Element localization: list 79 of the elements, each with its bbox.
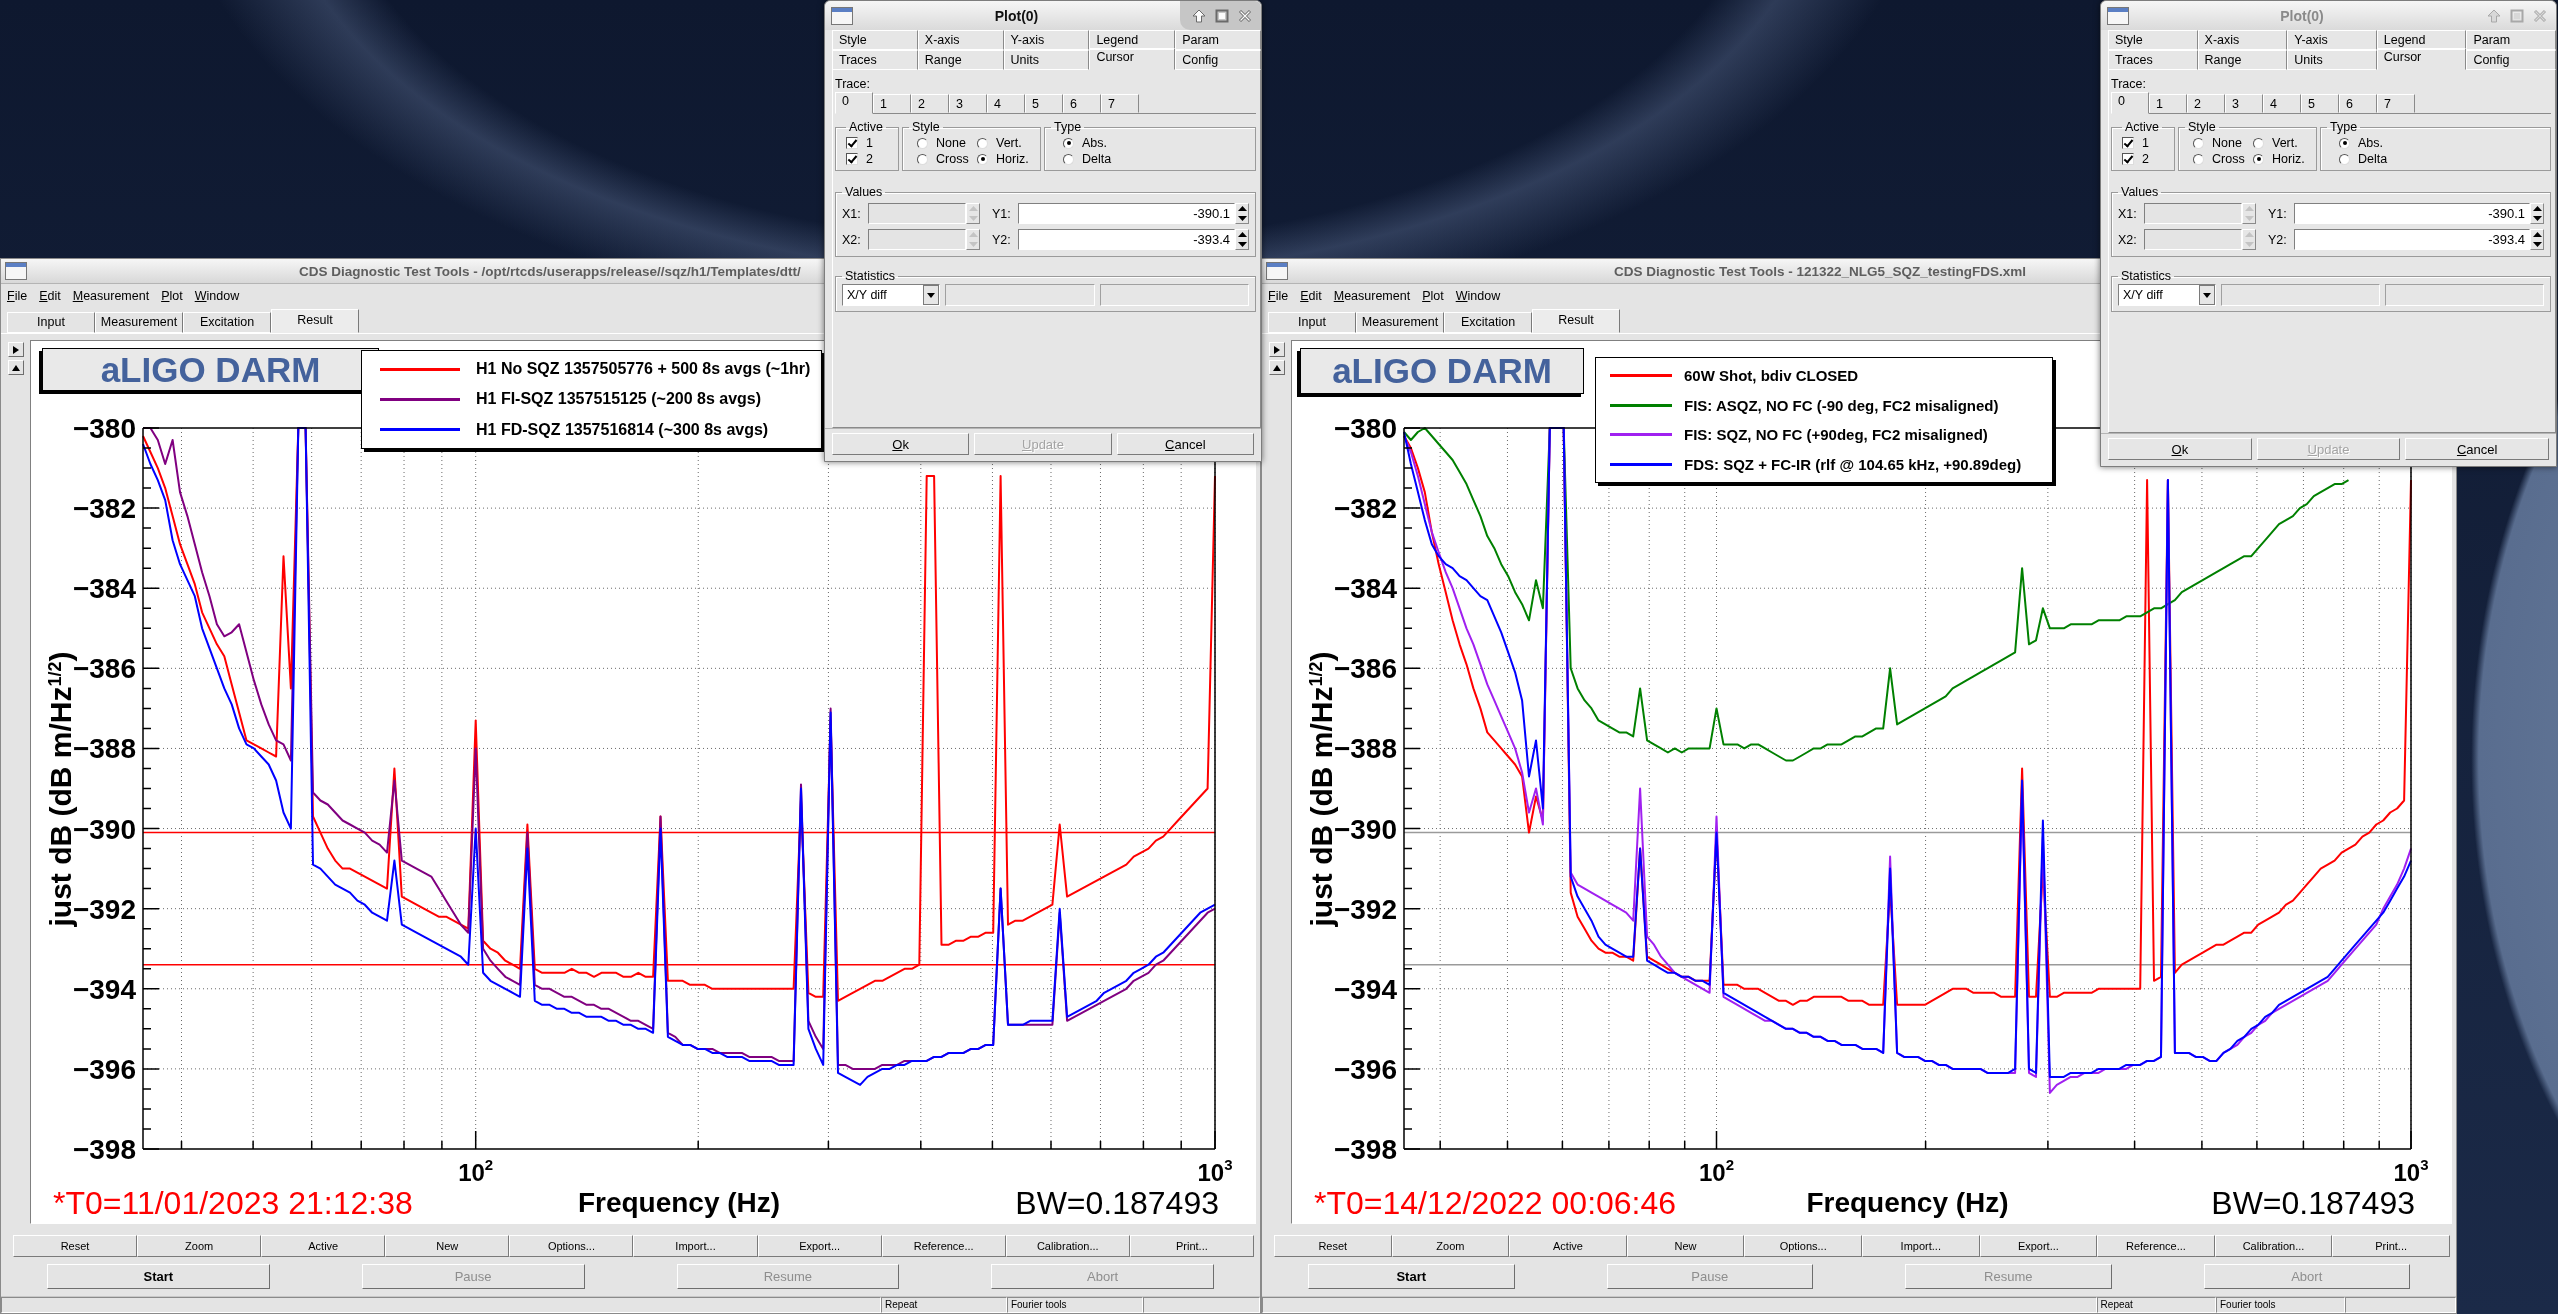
bandwidth-label: BW=0.187493 — [2211, 1187, 2415, 1219]
group-title: Type — [1053, 120, 1083, 135]
window-title: Plot(0) — [993, 7, 1040, 24]
group-title: Values — [844, 185, 884, 200]
group-title: Active — [848, 120, 885, 135]
axis-tick-label: −390 — [1333, 813, 1397, 845]
timestamp-label: *T0=14/12/2022 00:06:46 — [1314, 1187, 1677, 1219]
axis-tick-label: −388 — [1333, 733, 1397, 765]
legend-label: FIS: ASQZ, NO FC (-90 deg, FC2 misaligned) — [1684, 396, 1999, 414]
axis-tick-label: −396 — [1333, 1053, 1397, 1085]
checkbox-label: 2 — [2142, 152, 2149, 166]
plot-title: aLIGO DARM — [1300, 348, 1584, 394]
group-title: Type — [2329, 120, 2359, 135]
legend-label: H1 FI-SQZ 1357515125 (~200 8s avgs) — [476, 390, 762, 409]
axis-tick-label: −382 — [1333, 493, 1397, 525]
legend-label: H1 FD-SQZ 1357516814 (~300 8s avgs) — [476, 420, 769, 439]
legend-label: FIS: SQZ, NO FC (+90deg, FC2 misaligned) — [1684, 426, 1988, 444]
group-title: Statistics — [2120, 269, 2172, 284]
field-label: Y2: — [2268, 232, 2288, 247]
axis-tick-label: −382 — [72, 493, 136, 525]
axis-title: Frequency (Hz) — [1806, 1189, 2009, 1217]
field-label: Y1: — [992, 206, 1012, 221]
field-label: X2: — [842, 232, 862, 247]
radio-label: Horiz. — [996, 152, 1029, 166]
axis-tick-label: −384 — [72, 573, 136, 605]
axis-title: Frequency (Hz) — [577, 1189, 781, 1217]
radio-label: Cross — [936, 152, 969, 166]
radio-label: Abs. — [2358, 136, 2383, 150]
trace-label: Trace: — [2111, 76, 2146, 92]
checkbox-label: 1 — [2142, 136, 2149, 150]
field-label: X2: — [2118, 232, 2138, 247]
axis-tick-label: 10$^{3}$ — [1197, 1156, 1233, 1186]
radio-label: Delta — [1082, 152, 1112, 166]
window-title: CDS Diagnostic Test Tools - 121322_NLG5_SQZ_testingFDS.xml — [1614, 263, 2027, 279]
axis-tick-label: −396 — [72, 1053, 136, 1085]
radio-label: None — [936, 136, 966, 150]
radio-label: Delta — [2358, 152, 2388, 166]
trace-label: Trace: — [835, 76, 870, 92]
radio-label: Abs. — [1082, 136, 1107, 150]
radio-label: Vert. — [2272, 136, 2298, 150]
group-title: Style — [2187, 120, 2217, 135]
field-label: X1: — [842, 206, 862, 221]
axis-tick-label: −398 — [72, 1134, 136, 1165]
radio-label: Vert. — [996, 136, 1022, 150]
axis-tick-label: 10$^{3}$ — [2393, 1156, 2429, 1186]
window-title: Plot(0) — [2279, 7, 2325, 24]
checkbox-label: 1 — [866, 136, 873, 150]
status-text: Fourier tools — [2216, 1297, 2345, 1313]
field-label: X1: — [2118, 206, 2138, 221]
axis-tick-label: −388 — [72, 733, 136, 765]
axis-tick-label: −380 — [1333, 413, 1397, 444]
window-title: CDS Diagnostic Test Tools - /opt/rtcds/userapps/release//sqz/h1/Templates/dtt/ — [299, 263, 801, 279]
radio-label: Horiz. — [2272, 152, 2305, 166]
timestamp-label: *T0=11/01/2023 21:12:38 — [53, 1187, 413, 1219]
radio-label: None — [2212, 136, 2242, 150]
field-label: Y1: — [2268, 206, 2288, 221]
status-text: Fourier tools — [1006, 1297, 1143, 1313]
group-title: Statistics — [844, 269, 896, 284]
axis-tick-label: −384 — [1333, 573, 1397, 605]
status-text: Repeat — [881, 1297, 1007, 1313]
plot-title: aLIGO DARM — [42, 348, 379, 391]
group-title: Values — [2120, 185, 2160, 200]
axis-tick-label: −380 — [72, 413, 136, 444]
axis-tick-label: −394 — [1333, 973, 1397, 1005]
axis-tick-label: −394 — [72, 973, 136, 1005]
legend-label: 60W Shot, bdiv CLOSED — [1684, 367, 1859, 385]
group-title: Style — [911, 120, 941, 135]
axis-tick-label: −390 — [72, 813, 136, 845]
radio-label: Cross — [2212, 152, 2245, 166]
legend-label: FDS: SQZ + FC-IR (rlf @ 104.65 kHz, +90.89deg) — [1684, 455, 2022, 473]
group-title: Active — [2124, 120, 2161, 135]
legend-label: H1 No SQZ 1357505776 + 500 8s avgs (~1hr) — [476, 360, 811, 379]
axis-tick-label: 10$^{2}$ — [458, 1156, 494, 1186]
field-label: Y2: — [992, 232, 1012, 247]
status-text: Repeat — [2096, 1297, 2216, 1313]
bandwidth-label: BW=0.187493 — [1015, 1187, 1219, 1219]
axis-tick-label: −398 — [1333, 1134, 1397, 1165]
checkbox-label: 2 — [866, 152, 873, 166]
axis-tick-label: 10$^{2}$ — [1699, 1156, 1735, 1186]
